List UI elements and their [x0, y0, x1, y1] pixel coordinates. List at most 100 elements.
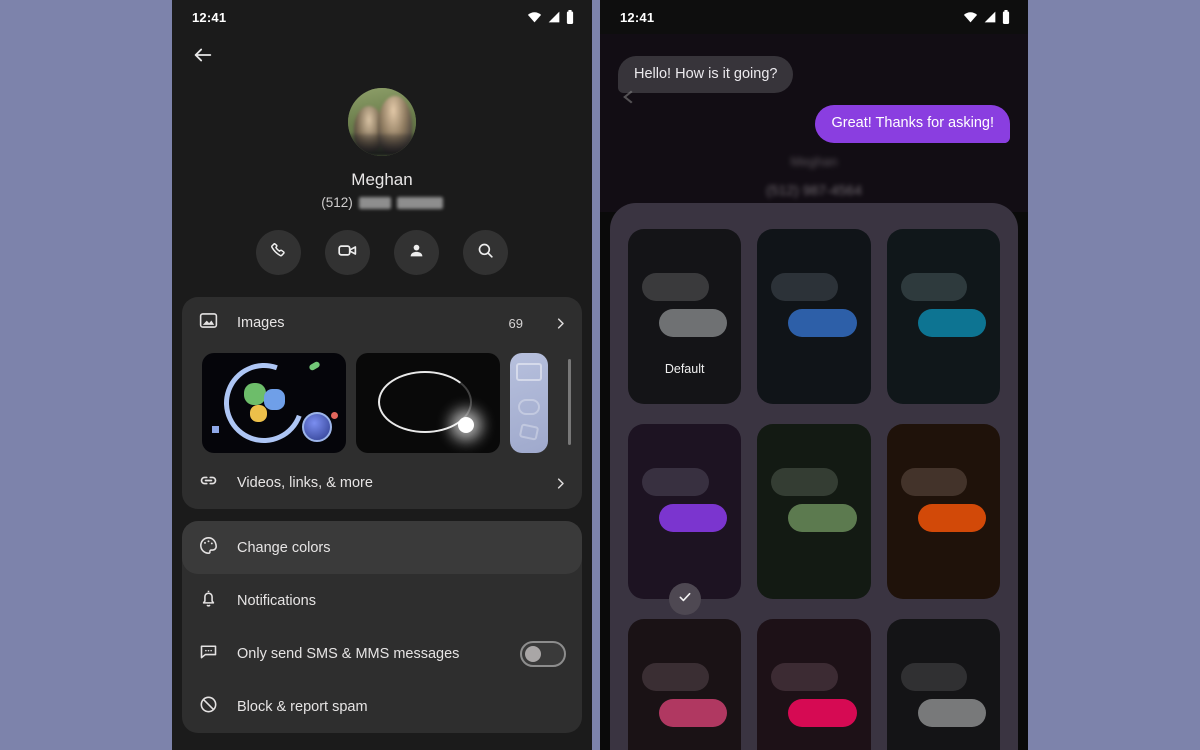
settings-card: Change colors Notifications Only send SM…: [182, 521, 582, 733]
swatch-pill-outgoing: [917, 309, 986, 337]
wifi-icon: [527, 11, 542, 23]
swatch-pill-outgoing: [788, 504, 857, 532]
message-row-outgoing: Great! Thanks for asking!: [618, 105, 1010, 143]
thumbnail-light-loop[interactable]: [356, 353, 500, 453]
search-icon: [476, 241, 495, 265]
change-colors-sheet: Default: [610, 203, 1018, 750]
color-swatch-grid: Default: [628, 229, 1000, 750]
color-swatch-rose[interactable]: [628, 619, 742, 750]
status-icons: [963, 10, 1010, 24]
contact-details-button[interactable]: [394, 230, 439, 275]
status-bar-right: 12:41: [600, 0, 1028, 34]
thumbnail-scrollbar[interactable]: [568, 359, 571, 445]
color-swatch-orange[interactable]: [886, 424, 1000, 599]
navigation-row: [172, 34, 592, 80]
setting-label: Only send SMS & MMS messages: [237, 645, 460, 662]
color-swatch-grey[interactable]: [886, 619, 1000, 750]
color-swatch-teal[interactable]: [886, 229, 1000, 404]
screenshot-stage: 12:41 Meghan (512) Images 69 Videos, lin…: [0, 0, 1200, 750]
images-row[interactable]: Images 69: [182, 297, 582, 349]
swatch-pill-incoming: [642, 468, 709, 496]
wifi-icon: [963, 11, 978, 23]
person-icon: [407, 241, 426, 265]
left-phone-screen: 12:41 Meghan (512) Images 69 Videos, lin…: [172, 0, 592, 750]
status-time: 12:41: [192, 9, 227, 25]
swatch-pill-outgoing: [659, 699, 728, 727]
videos-links-more-row[interactable]: Videos, links, & more: [182, 457, 582, 509]
message-row-incoming: Hello! How is it going?: [618, 56, 1010, 94]
cell-signal-icon: [547, 11, 561, 23]
conversation-preview: Hello! How is it going? Great! Thanks fo…: [600, 34, 1028, 212]
message-bubble-incoming[interactable]: Hello! How is it going?: [618, 56, 794, 94]
swatch-pill-incoming: [771, 663, 838, 691]
chevron-right-icon: [553, 316, 568, 331]
check-icon: [677, 589, 693, 610]
obscured-contact-name: Meghan: [790, 154, 838, 169]
selected-check-badge: [668, 583, 701, 615]
search-button[interactable]: [463, 230, 508, 275]
battery-icon: [566, 10, 574, 24]
setting-sms-mms-only[interactable]: Only send SMS & MMS messages: [182, 627, 582, 680]
call-button[interactable]: [256, 230, 301, 275]
status-icons: [527, 10, 574, 24]
swatch-pill-outgoing: [788, 309, 857, 337]
status-time: 12:41: [620, 9, 655, 25]
message-bubble-outgoing[interactable]: Great! Thanks for asking!: [815, 105, 1010, 143]
swatch-pill-incoming: [900, 273, 968, 301]
videos-links-more-label: Videos, links, & more: [237, 475, 373, 491]
contact-profile: Meghan (512): [172, 80, 592, 210]
redacted-number-part-1: [358, 196, 391, 209]
swatch-pill-outgoing: [917, 699, 986, 727]
contact-phone-prefix: (512): [321, 195, 353, 210]
palette-icon: [198, 535, 219, 561]
back-arrow-icon: [192, 44, 214, 71]
swatch-pill-incoming: [642, 663, 709, 691]
color-swatch-magenta[interactable]: [757, 619, 871, 750]
video-call-button[interactable]: [325, 230, 370, 275]
link-icon: [198, 470, 219, 496]
swatch-label: Default: [664, 362, 705, 376]
swatch-pill-incoming: [642, 273, 709, 301]
cell-signal-icon: [983, 11, 997, 23]
phone-icon: [269, 241, 288, 265]
thumbnail-document-strip[interactable]: [510, 353, 548, 453]
images-count: 69: [508, 315, 523, 331]
contact-name: Meghan: [351, 170, 413, 189]
toggle-knob: [525, 645, 541, 662]
contact-action-row: [172, 230, 592, 275]
setting-change-colors[interactable]: Change colors: [182, 521, 582, 574]
swatch-pill-outgoing: [917, 504, 986, 532]
battery-icon: [1002, 10, 1010, 24]
color-swatch-default[interactable]: Default: [628, 229, 742, 404]
setting-label: Block & report spam: [237, 698, 368, 715]
avatar[interactable]: [348, 88, 416, 156]
setting-block-report-spam[interactable]: Block & report spam: [182, 680, 582, 733]
swatch-pill-outgoing: [659, 309, 728, 337]
status-bar-left: 12:41: [172, 0, 592, 34]
color-swatch-green[interactable]: [757, 424, 871, 599]
image-thumbnail-strip[interactable]: [182, 349, 582, 457]
thumbnail-gears-orbit[interactable]: [202, 353, 346, 453]
right-phone-screen: 12:41 Hello! How is it going? Great! Tha…: [600, 0, 1028, 750]
sms-mms-toggle[interactable]: [520, 640, 566, 667]
color-swatch-blue[interactable]: [757, 229, 871, 404]
swatch-pill-outgoing: [788, 699, 857, 727]
color-swatch-purple[interactable]: [628, 424, 742, 615]
redacted-number-part-2: [396, 196, 443, 209]
swatch-pill-incoming: [900, 468, 968, 496]
swatch-pill-incoming: [771, 273, 838, 301]
chevron-right-icon: [553, 476, 568, 491]
bell-icon: [198, 588, 219, 614]
setting-label: Change colors: [237, 539, 331, 556]
image-icon: [198, 310, 219, 336]
block-icon: [198, 694, 219, 720]
setting-label: Notifications: [237, 592, 316, 609]
swatch-pill-incoming: [900, 663, 968, 691]
images-card: Images 69 Videos, links, & more: [182, 297, 582, 509]
obscured-contact-number: (512) 987-4564: [766, 182, 862, 198]
swatch-pill-outgoing: [659, 504, 728, 532]
setting-notifications[interactable]: Notifications: [182, 574, 582, 627]
contact-phone: (512): [321, 195, 443, 210]
chat-icon: [198, 641, 219, 667]
back-button[interactable]: [182, 36, 224, 78]
